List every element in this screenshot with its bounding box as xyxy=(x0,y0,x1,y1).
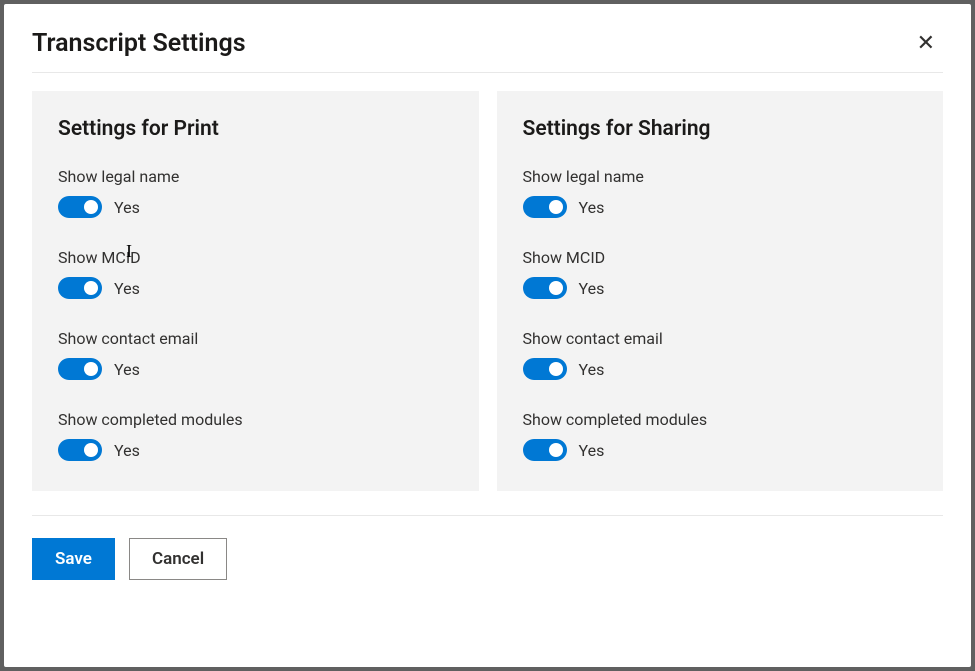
sharing-contact-email-setting: Show contact email Yes xyxy=(523,329,918,380)
toggle-wrap: Yes xyxy=(58,358,453,380)
text-cursor-icon: I xyxy=(126,241,132,262)
toggle-value: Yes xyxy=(579,198,605,217)
toggle-knob xyxy=(84,362,98,376)
sharing-legal-name-setting: Show legal name Yes xyxy=(523,167,918,218)
toggle-value: Yes xyxy=(579,441,605,460)
sharing-completed-modules-toggle[interactable] xyxy=(523,439,567,461)
setting-label: Show legal name xyxy=(58,167,453,186)
print-mcid-toggle[interactable] xyxy=(58,277,102,299)
toggle-value: Yes xyxy=(579,279,605,298)
sharing-panel-title: Settings for Sharing xyxy=(523,117,918,141)
sharing-completed-modules-setting: Show completed modules Yes xyxy=(523,410,918,461)
dialog-title: Transcript Settings xyxy=(32,29,246,58)
panels-container: Settings for Print Show legal name Yes S… xyxy=(32,91,943,491)
toggle-value: Yes xyxy=(114,198,140,217)
toggle-knob xyxy=(84,200,98,214)
print-completed-modules-setting: Show completed modules Yes xyxy=(58,410,453,461)
sharing-settings-panel: Settings for Sharing Show legal name Yes… xyxy=(497,91,944,491)
print-legal-name-setting: Show legal name Yes xyxy=(58,167,453,218)
toggle-wrap: Yes xyxy=(58,439,453,461)
save-button[interactable]: Save xyxy=(32,538,115,580)
print-settings-panel: Settings for Print Show legal name Yes S… xyxy=(32,91,479,491)
print-legal-name-toggle[interactable] xyxy=(58,196,102,218)
transcript-settings-dialog: Transcript Settings ✕ Settings for Print… xyxy=(4,4,971,667)
dialog-header: Transcript Settings ✕ xyxy=(32,28,943,73)
setting-label: Show legal name xyxy=(523,167,918,186)
toggle-knob xyxy=(84,443,98,457)
toggle-knob xyxy=(84,281,98,295)
toggle-wrap: Yes xyxy=(523,277,918,299)
print-contact-email-setting: Show contact email Yes xyxy=(58,329,453,380)
toggle-wrap: Yes xyxy=(58,277,453,299)
toggle-value: Yes xyxy=(114,360,140,379)
toggle-knob xyxy=(549,200,563,214)
print-mcid-setting: Show MCID I Yes xyxy=(58,248,453,299)
setting-label: Show MCID xyxy=(523,248,918,267)
toggle-value: Yes xyxy=(114,279,140,298)
toggle-knob xyxy=(549,362,563,376)
print-panel-title: Settings for Print xyxy=(58,117,453,141)
print-contact-email-toggle[interactable] xyxy=(58,358,102,380)
sharing-mcid-setting: Show MCID Yes xyxy=(523,248,918,299)
print-completed-modules-toggle[interactable] xyxy=(58,439,102,461)
footer-divider xyxy=(32,515,943,516)
sharing-mcid-toggle[interactable] xyxy=(523,277,567,299)
toggle-knob xyxy=(549,443,563,457)
setting-label: Show completed modules xyxy=(523,410,918,429)
toggle-value: Yes xyxy=(114,441,140,460)
close-button[interactable]: ✕ xyxy=(909,28,943,58)
cancel-button[interactable]: Cancel xyxy=(129,538,227,580)
setting-label: Show MCID xyxy=(58,248,453,267)
sharing-legal-name-toggle[interactable] xyxy=(523,196,567,218)
setting-label: Show completed modules xyxy=(58,410,453,429)
dialog-footer: Save Cancel xyxy=(32,538,943,580)
close-icon: ✕ xyxy=(917,30,935,55)
toggle-knob xyxy=(549,281,563,295)
sharing-contact-email-toggle[interactable] xyxy=(523,358,567,380)
setting-label: Show contact email xyxy=(58,329,453,348)
setting-label: Show contact email xyxy=(523,329,918,348)
toggle-wrap: Yes xyxy=(523,196,918,218)
toggle-wrap: Yes xyxy=(523,358,918,380)
toggle-wrap: Yes xyxy=(523,439,918,461)
toggle-wrap: Yes xyxy=(58,196,453,218)
toggle-value: Yes xyxy=(579,360,605,379)
